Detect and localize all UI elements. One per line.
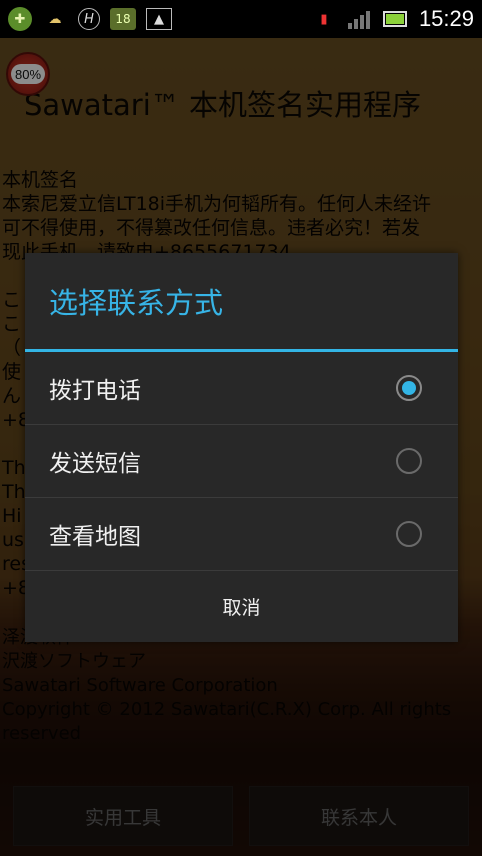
recycle-icon: ✚ bbox=[8, 7, 32, 31]
option-label: 发送短信 bbox=[49, 451, 141, 477]
cancel-button[interactable]: 取消 bbox=[25, 571, 458, 641]
radio-dot bbox=[402, 381, 416, 395]
signal-icon bbox=[347, 8, 373, 30]
contact-method-dialog: 选择联系方式 拨打电话 发送短信 查看地图 取消 bbox=[25, 253, 458, 642]
h-icon: H bbox=[78, 8, 100, 30]
weather-icon: ☁ bbox=[48, 11, 62, 27]
option-call[interactable]: 拨打电话 bbox=[25, 352, 458, 425]
clock: 15:29 bbox=[418, 6, 474, 31]
radio-button-icon[interactable] bbox=[396, 521, 422, 547]
option-map[interactable]: 查看地图 bbox=[25, 498, 458, 571]
dialog-title: 选择联系方式 bbox=[49, 286, 224, 320]
battery-icon bbox=[382, 8, 409, 30]
option-sms[interactable]: 发送短信 bbox=[25, 425, 458, 498]
radio-button-checked-icon[interactable] bbox=[396, 375, 422, 401]
option-label: 拨打电话 bbox=[49, 378, 141, 404]
status-bar: ✚ ☁ H 18 ▲ ▮ 15:29 bbox=[0, 0, 482, 38]
sim-icon: 18 bbox=[110, 8, 136, 30]
no-sim-icon: ▮ bbox=[320, 11, 328, 27]
option-label: 查看地图 bbox=[49, 524, 141, 550]
image-icon: ▲ bbox=[146, 8, 172, 30]
radio-button-icon[interactable] bbox=[396, 448, 422, 474]
